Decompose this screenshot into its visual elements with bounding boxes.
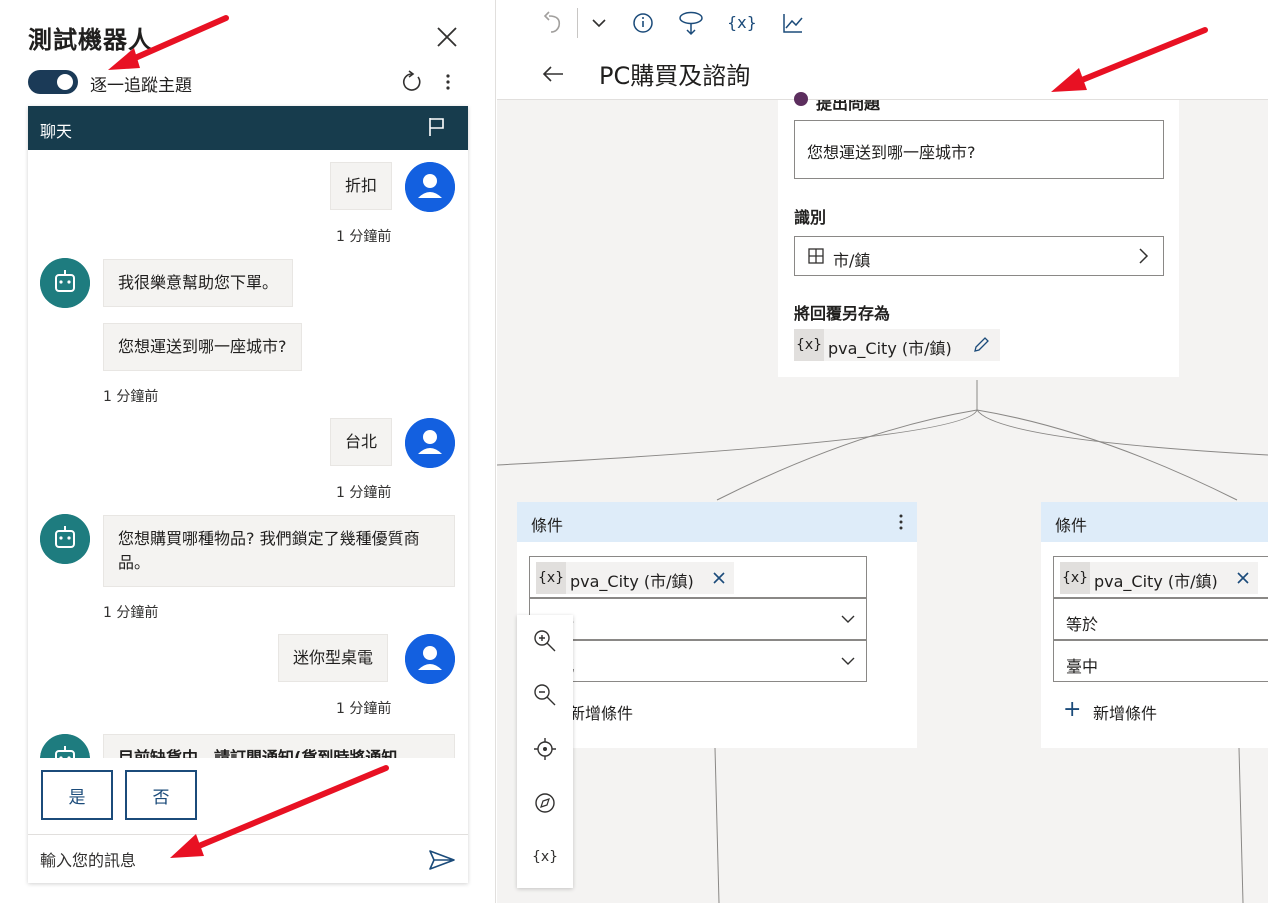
refresh-icon[interactable] xyxy=(400,70,424,94)
condition-variable-chip: {x} pva_City (市/鎮) xyxy=(1060,562,1258,594)
bot-avatar-icon xyxy=(40,514,90,564)
question-node[interactable]: 提出問題 您想運送到哪一座城市? 識別 市/鎮 將回覆另存為 {x} pva_C… xyxy=(778,92,1179,377)
user-avatar-icon xyxy=(405,418,455,468)
chevron-right-icon xyxy=(1139,248,1149,264)
chat-header: 聊天 xyxy=(28,106,468,150)
user-avatar-icon xyxy=(405,162,455,212)
message-input[interactable] xyxy=(40,845,410,875)
variables-icon[interactable]: {x} xyxy=(727,10,759,36)
close-icon[interactable] xyxy=(434,24,460,50)
condition-operator-dropdown[interactable]: 等於 xyxy=(529,598,867,640)
zoom-controls: {x} xyxy=(517,615,573,888)
user-message: 台北 xyxy=(330,418,393,466)
question-node-icon xyxy=(794,92,808,106)
variable-name: pva_City (市/鎮) xyxy=(1094,572,1218,591)
chevron-down-icon xyxy=(841,615,855,623)
condition-header: 條件 xyxy=(1041,502,1268,542)
track-topics-label: 逐一追蹤主題 xyxy=(90,76,192,96)
chevron-down-icon[interactable] xyxy=(589,10,609,36)
message-composer xyxy=(28,834,468,883)
variable-name: pva_City (市/鎮) xyxy=(828,339,952,358)
track-topics-toggle[interactable] xyxy=(28,70,78,94)
message-timestamp: 1 分鐘前 xyxy=(336,701,392,717)
condition-value: 臺中 xyxy=(1066,657,1099,676)
toolbar-separator xyxy=(577,8,578,38)
send-icon[interactable] xyxy=(428,849,456,871)
bot-message: 您想購買哪種物品? 我們鎖定了幾種優質商品。 xyxy=(103,515,455,587)
identify-entity-picker[interactable]: 市/鎮 xyxy=(794,236,1164,276)
analytics-icon[interactable] xyxy=(781,10,805,36)
info-icon[interactable] xyxy=(631,10,655,36)
user-avatar-icon xyxy=(405,634,455,684)
condition-node[interactable]: 條件 {x} pva_City (市/鎮) 等於 台北 + 新增條件 xyxy=(517,502,917,748)
variable-tag-icon: {x} xyxy=(794,329,824,361)
condition-title: 條件 xyxy=(1055,516,1088,535)
test-bot-panel: 測試機器人 逐一追蹤主題 聊天 折扣 1 分鐘前 我很樂意幫助您下單。 您想運送… xyxy=(0,0,496,903)
add-condition-label: 新增條件 xyxy=(569,704,634,723)
quick-reply-no-button[interactable]: 否 xyxy=(125,770,197,820)
zoom-out-icon[interactable] xyxy=(531,681,559,709)
variables-icon[interactable]: {x} xyxy=(531,843,559,871)
message-timestamp: 1 分鐘前 xyxy=(336,485,392,501)
remove-icon[interactable] xyxy=(712,571,726,585)
bot-message: 我很樂意幫助您下單。 xyxy=(103,259,294,307)
quick-replies: 是 否 xyxy=(28,758,468,834)
message-timestamp: 1 分鐘前 xyxy=(336,229,392,245)
recenter-icon[interactable] xyxy=(531,735,559,763)
more-options-icon[interactable] xyxy=(440,70,456,94)
minimap-icon[interactable] xyxy=(531,789,559,817)
flag-icon[interactable] xyxy=(426,116,448,138)
user-message: 折扣 xyxy=(330,162,393,210)
zoom-in-icon[interactable] xyxy=(531,627,559,655)
condition-operator-value: 等於 xyxy=(1066,615,1099,634)
condition-variable-field[interactable]: {x} pva_City (市/鎮) xyxy=(1053,556,1268,598)
question-prompt-field[interactable]: 您想運送到哪一座城市? xyxy=(794,120,1164,179)
condition-node[interactable]: 條件 {x} pva_City (市/鎮) 等於 臺中 + 新增條件 xyxy=(1041,502,1268,748)
bot-avatar-icon xyxy=(40,258,90,308)
user-message: 迷你型桌電 xyxy=(278,634,389,682)
condition-header: 條件 xyxy=(517,502,917,542)
message-timestamp: 1 分鐘前 xyxy=(103,389,159,405)
canvas-toolbar: {x} PC購買及諮詢 xyxy=(497,0,1268,100)
condition-variable-chip: {x} pva_City (市/鎮) xyxy=(536,562,734,594)
variable-tag-icon: {x} xyxy=(1060,562,1090,594)
chat-header-label: 聊天 xyxy=(40,122,73,141)
bot-message: 您想運送到哪一座城市? xyxy=(103,323,302,371)
chat-transcript[interactable]: 折扣 1 分鐘前 我很樂意幫助您下單。 您想運送到哪一座城市? 1 分鐘前 台北… xyxy=(28,150,468,758)
plus-icon: + xyxy=(1063,697,1082,722)
variable-tag-icon: {x} xyxy=(536,562,566,594)
topic-checker-icon[interactable] xyxy=(677,10,705,36)
message-timestamp: 1 分鐘前 xyxy=(103,605,159,621)
condition-operator-dropdown[interactable]: 等於 xyxy=(1053,598,1268,640)
save-response-label: 將回覆另存為 xyxy=(794,304,891,323)
chevron-down-icon xyxy=(841,657,855,665)
condition-title: 條件 xyxy=(531,516,564,535)
undo-icon[interactable] xyxy=(541,10,567,36)
topic-title: PC購買及諮詢 xyxy=(599,62,751,90)
condition-value-dropdown[interactable]: 臺中 xyxy=(1053,640,1268,682)
chat-window: 聊天 折扣 1 分鐘前 我很樂意幫助您下單。 您想運送到哪一座城市? 1 分鐘前… xyxy=(28,106,468,883)
edit-pencil-icon[interactable] xyxy=(972,336,990,354)
entity-icon xyxy=(808,248,824,264)
identify-label: 識別 xyxy=(794,208,827,227)
condition-value-dropdown[interactable]: 台北 xyxy=(529,640,867,682)
remove-icon[interactable] xyxy=(1236,571,1250,585)
add-condition-label: 新增條件 xyxy=(1093,704,1158,723)
quick-reply-yes-button[interactable]: 是 xyxy=(41,770,113,820)
authoring-canvas[interactable]: {x} PC購買及諮詢 提出問題 您想運送到哪一座城市? 識別 市/鎮 將回覆另… xyxy=(497,0,1268,903)
identify-entity-value: 市/鎮 xyxy=(833,251,871,270)
saved-variable-chip[interactable]: {x} pva_City (市/鎮) xyxy=(794,329,1000,361)
variable-name: pva_City (市/鎮) xyxy=(570,572,694,591)
condition-variable-field[interactable]: {x} pva_City (市/鎮) xyxy=(529,556,867,598)
bot-message: 目前缺貨中，請訂閱通知(貨到時將通知 xyxy=(103,734,455,758)
more-options-icon[interactable] xyxy=(897,512,905,532)
back-arrow-icon[interactable] xyxy=(541,62,565,86)
bot-avatar-icon xyxy=(40,734,90,758)
panel-title: 測試機器人 xyxy=(28,26,153,54)
